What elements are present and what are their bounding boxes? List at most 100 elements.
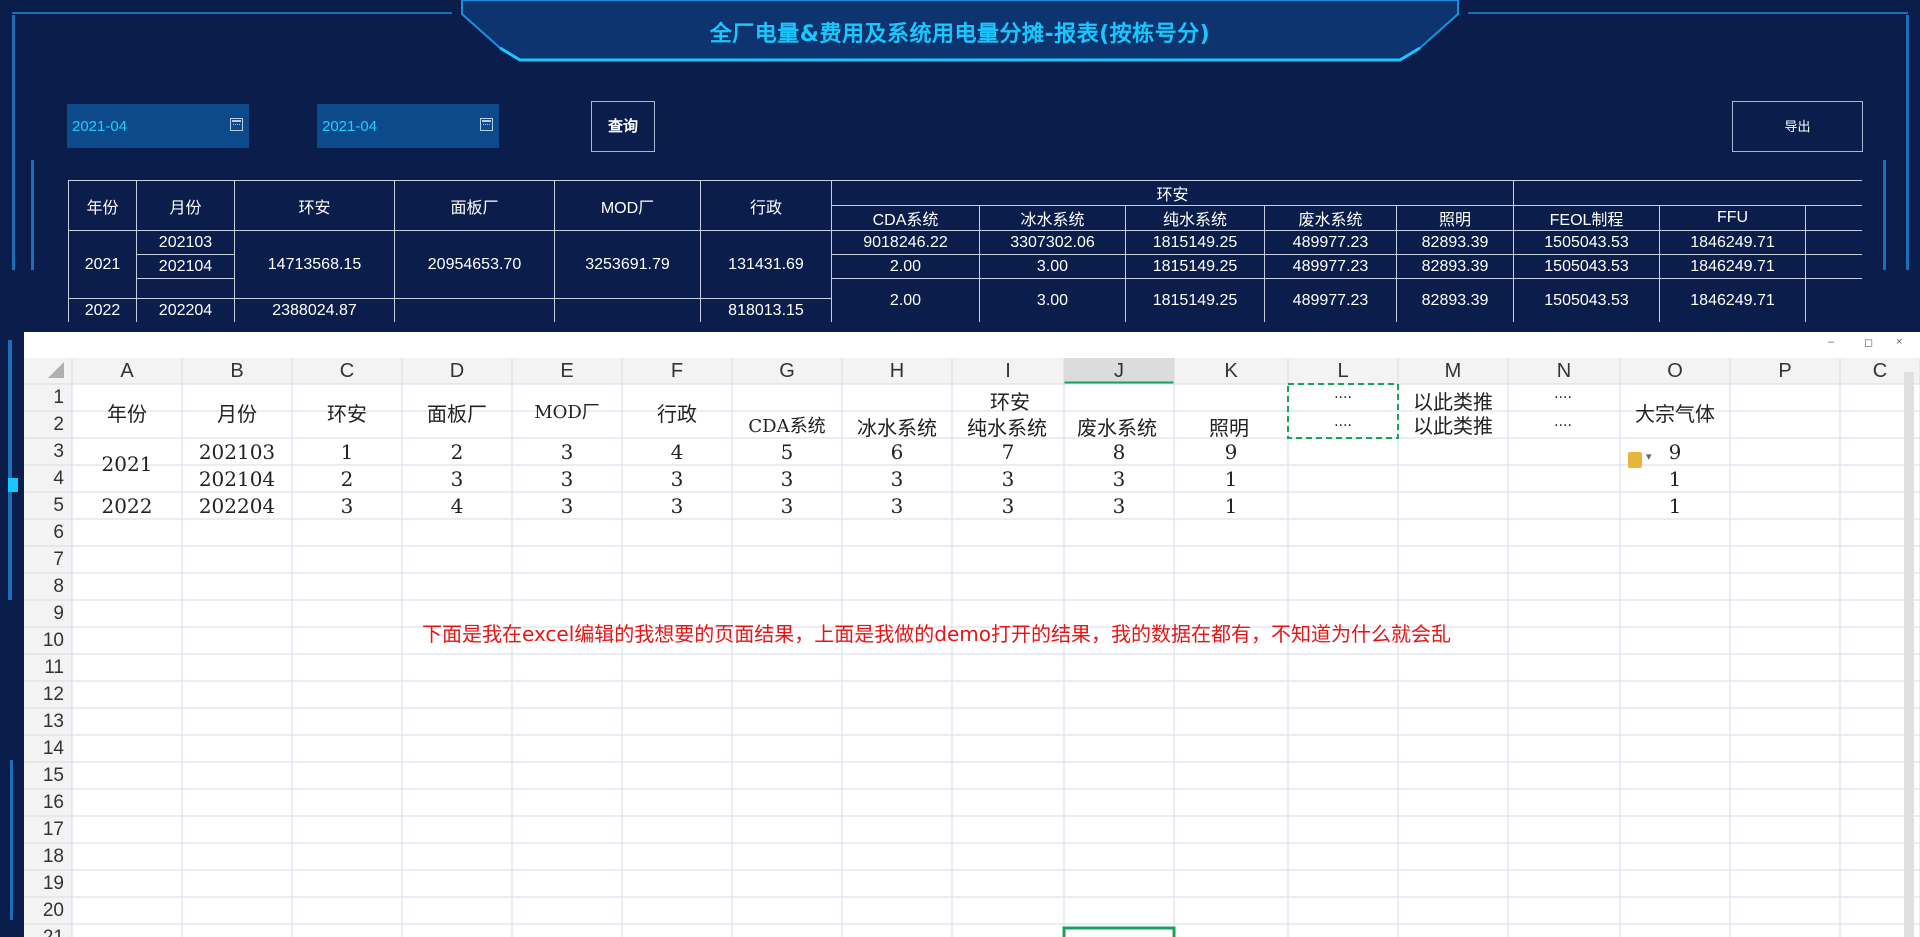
column-header[interactable]: H xyxy=(842,358,952,384)
paste-icon[interactable] xyxy=(1628,452,1642,468)
row-header[interactable]: 3 xyxy=(24,441,64,463)
sheet-cell[interactable]: 9 xyxy=(1174,440,1288,464)
sheet-cell[interactable]: 4 xyxy=(622,440,732,464)
header-group: 环安 xyxy=(830,180,1515,206)
row-header[interactable]: 19 xyxy=(24,873,64,895)
row-header[interactable]: 20 xyxy=(24,900,64,922)
column-header[interactable]: O xyxy=(1620,358,1730,384)
sheet-cell[interactable]: 1 xyxy=(1174,467,1288,491)
row-header[interactable]: 15 xyxy=(24,765,64,787)
sheet-cell[interactable]: 202204 xyxy=(182,494,292,518)
sheet-cell[interactable]: 2 xyxy=(402,440,512,464)
row-header[interactable]: 16 xyxy=(24,792,64,814)
row-header[interactable]: 2 xyxy=(24,414,64,436)
sheet-cell[interactable]: 3 xyxy=(952,467,1064,491)
sheet-cell[interactable]: 2021 xyxy=(72,452,182,476)
sheet-cell[interactable]: 3 xyxy=(622,467,732,491)
sheet-cell[interactable]: 3 xyxy=(952,494,1064,518)
sheet-cell[interactable]: 2 xyxy=(292,467,402,491)
sheet-dots-2: .... xyxy=(1334,414,1352,430)
column-header[interactable]: F xyxy=(622,358,732,384)
sheet-cell[interactable]: 6 xyxy=(842,440,952,464)
sheet-cell[interactable]: 1 xyxy=(1660,494,1690,518)
cell-ffu: 1846249.71 xyxy=(1659,254,1807,279)
row-header[interactable]: 17 xyxy=(24,819,64,841)
sheet-cell[interactable]: 1 xyxy=(292,440,402,464)
row-header[interactable]: 13 xyxy=(24,711,64,733)
column-header[interactable]: P xyxy=(1730,358,1840,384)
frame-right-top-line xyxy=(1468,12,1908,14)
query-button[interactable]: 查询 xyxy=(591,101,655,152)
column-header[interactable]: I xyxy=(952,358,1064,384)
column-header[interactable]: B xyxy=(182,358,292,384)
cell-cut: 584 xyxy=(1805,278,1862,322)
sheet-cell[interactable]: 1 xyxy=(1660,467,1690,491)
column-header[interactable]: L xyxy=(1288,358,1398,384)
column-header[interactable]: C xyxy=(1840,358,1920,384)
cell-feol: 1505043.53 xyxy=(1513,278,1661,322)
sheet-cell[interactable]: 3 xyxy=(842,467,952,491)
row-header[interactable]: 12 xyxy=(24,684,64,706)
sheet-cell[interactable]: 2022 xyxy=(72,494,182,518)
cell-light: 82893.39 xyxy=(1395,230,1515,255)
export-button[interactable]: 导出 xyxy=(1732,101,1863,152)
sheet-cell[interactable]: 202103 xyxy=(182,440,292,464)
row-header[interactable]: 7 xyxy=(24,549,64,571)
column-header[interactable]: D xyxy=(402,358,512,384)
sheet-cell[interactable]: 1 xyxy=(1174,494,1288,518)
frame-left-bottom xyxy=(10,760,13,920)
sheet-cell[interactable]: 3 xyxy=(512,440,622,464)
column-header[interactable]: N xyxy=(1508,358,1620,384)
sheet-dots-1: .... xyxy=(1334,386,1352,402)
column-header[interactable]: E xyxy=(512,358,622,384)
sheet-cell[interactable]: 3 xyxy=(292,494,402,518)
column-header[interactable]: G xyxy=(732,358,842,384)
calendar-icon[interactable] xyxy=(480,118,493,131)
sheet-cell[interactable]: 8 xyxy=(1064,440,1174,464)
sheet-cell[interactable]: 3 xyxy=(512,494,622,518)
paste-dropdown-icon[interactable]: ▾ xyxy=(1646,450,1652,463)
column-header[interactable]: C xyxy=(292,358,402,384)
header-admin: 行政 xyxy=(700,180,832,231)
sheet-header-admin: 行政 xyxy=(657,402,697,426)
sheet-cell[interactable]: 7 xyxy=(952,440,1064,464)
row-header[interactable]: 18 xyxy=(24,846,64,868)
cell-pure: 1815149.25 xyxy=(1125,230,1265,255)
header-cut: F xyxy=(1805,205,1862,231)
cell-cda: 2.00 xyxy=(831,278,980,322)
row-header[interactable]: 4 xyxy=(24,468,64,490)
frame-left-lower xyxy=(8,340,12,600)
row-header[interactable]: 9 xyxy=(24,603,64,625)
row-header[interactable]: 8 xyxy=(24,576,64,598)
calendar-icon[interactable] xyxy=(230,118,243,131)
sheet-cell[interactable]: 3 xyxy=(732,494,842,518)
sheet-cell[interactable]: 3 xyxy=(1064,494,1174,518)
column-header[interactable]: A xyxy=(72,358,182,384)
sheet-header-waste: 废水系统 xyxy=(1077,416,1157,440)
column-header[interactable]: K xyxy=(1174,358,1288,384)
sheet-cell[interactable]: 3 xyxy=(842,494,952,518)
row-header[interactable]: 14 xyxy=(24,738,64,760)
sheet-cell[interactable]: 3 xyxy=(1064,467,1174,491)
sheet-cell[interactable]: 4 xyxy=(402,494,512,518)
sheet-cell[interactable]: 202104 xyxy=(182,467,292,491)
sheet-cell[interactable]: 3 xyxy=(512,467,622,491)
column-header[interactable]: M xyxy=(1398,358,1508,384)
row-header[interactable]: 11 xyxy=(24,657,64,679)
sheet-cell[interactable]: 9 xyxy=(1660,440,1690,464)
row-panel xyxy=(394,298,555,322)
row-mod: 3253691.79 xyxy=(554,230,701,299)
end-date-input[interactable]: 2021-04 xyxy=(317,104,499,148)
row-header[interactable]: 21 xyxy=(24,927,64,937)
start-date-input[interactable]: 2021-04 xyxy=(67,104,249,148)
row-header[interactable]: 1 xyxy=(24,387,64,409)
sheet-cell[interactable]: 3 xyxy=(732,467,842,491)
row-header[interactable]: 5 xyxy=(24,495,64,517)
sheet-cell[interactable]: 3 xyxy=(402,467,512,491)
sheet-cell[interactable]: 3 xyxy=(622,494,732,518)
column-header[interactable]: J xyxy=(1064,358,1174,384)
report-table-wrapper: 年份 月份 环安 面板厂 MOD厂 行政 环安 CDA系统 冰水系统 纯水系统 … xyxy=(68,180,1862,322)
sheet-cell[interactable]: 5 xyxy=(732,440,842,464)
row-header[interactable]: 10 xyxy=(24,630,64,652)
row-header[interactable]: 6 xyxy=(24,522,64,544)
